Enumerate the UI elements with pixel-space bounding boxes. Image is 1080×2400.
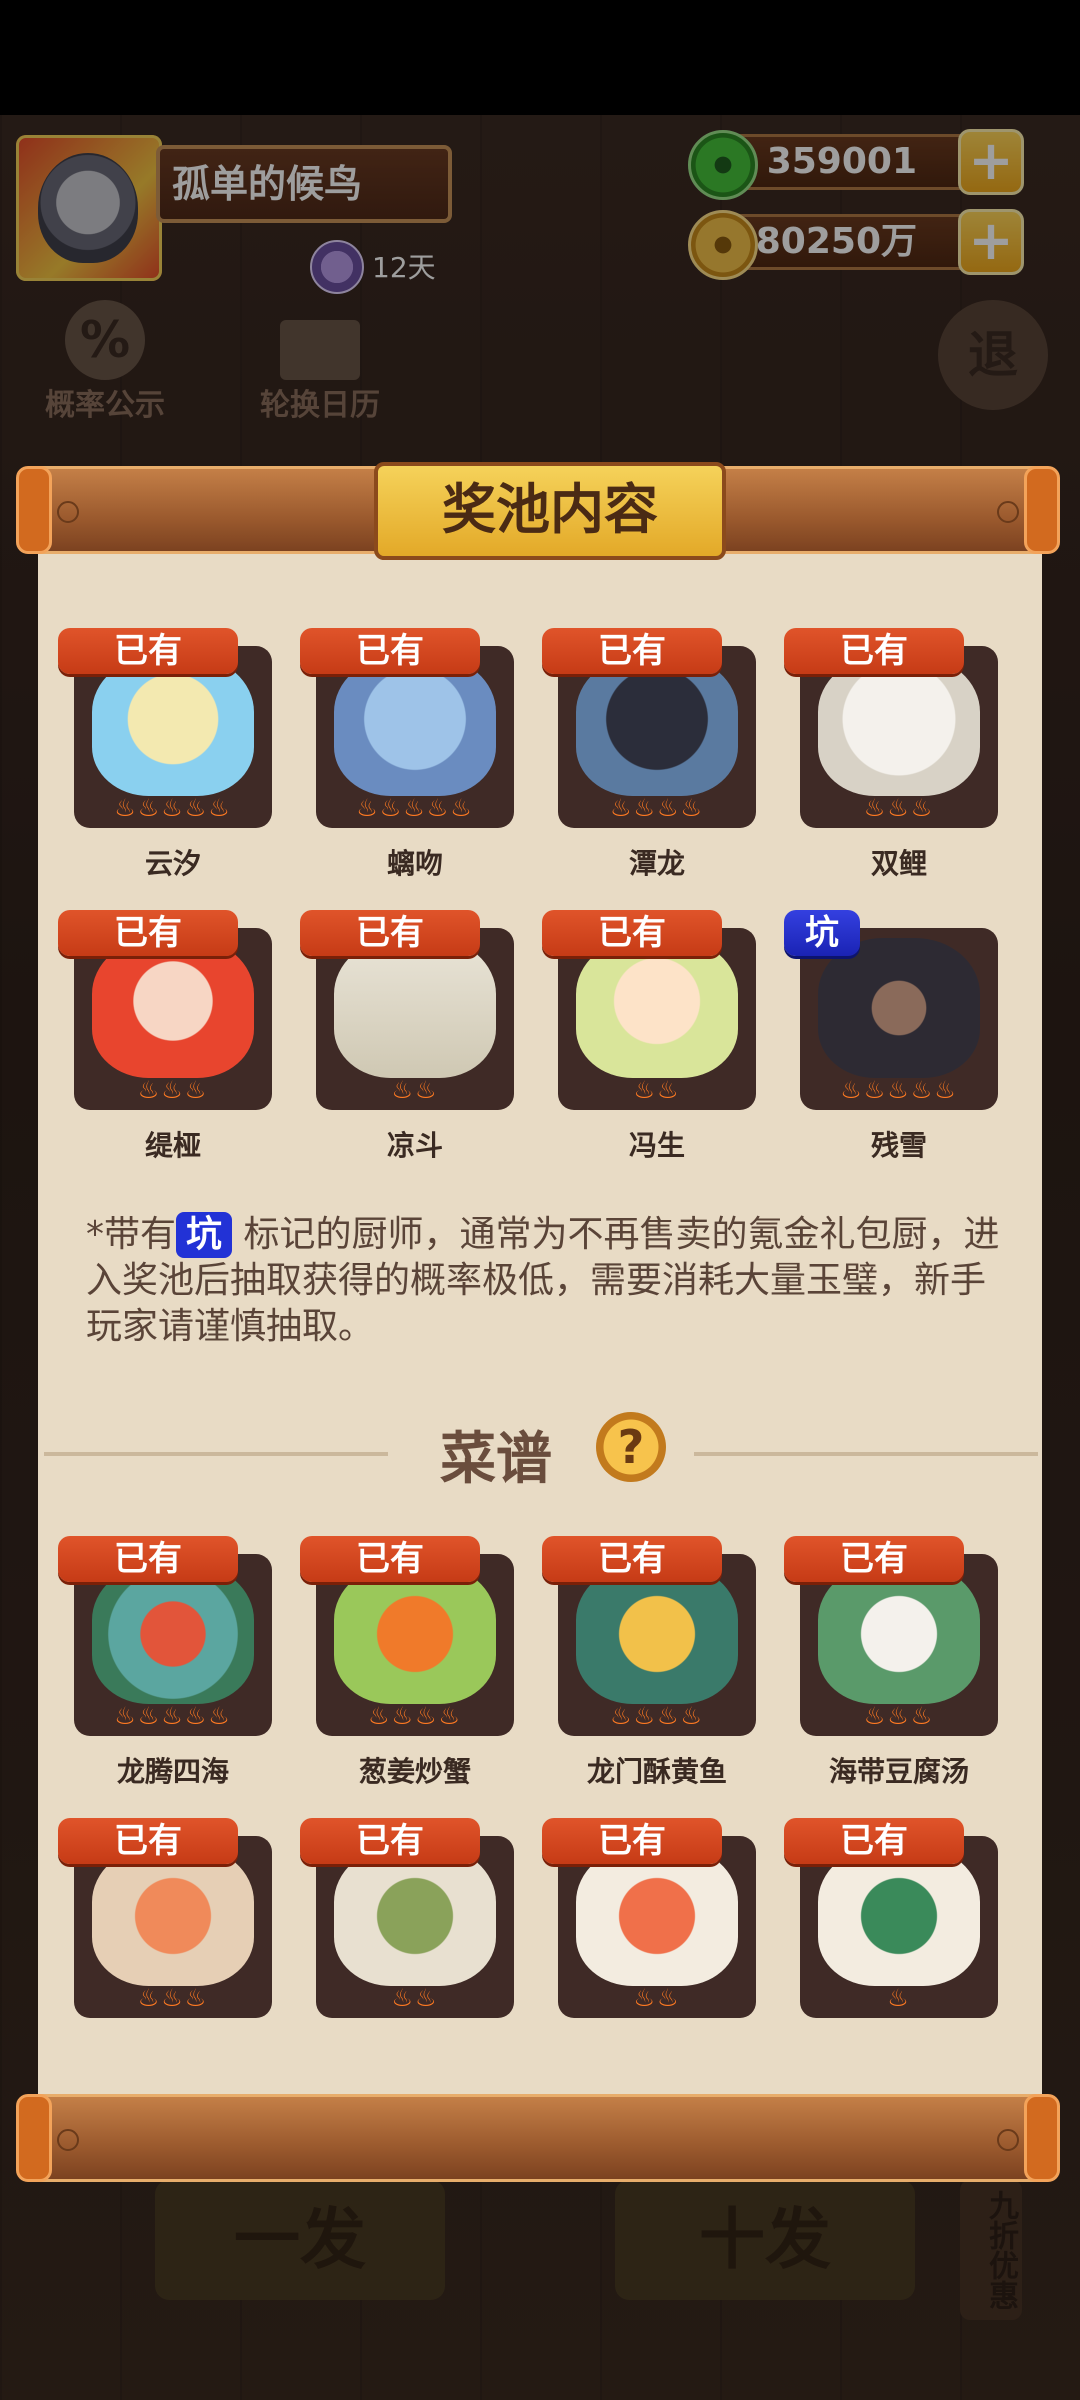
- dish-card[interactable]: ♨♨♨ 已有: [58, 1818, 272, 2018]
- rarity-flames-icon: ♨♨♨♨: [609, 1702, 705, 1730]
- dish-portrait: [92, 1846, 254, 1986]
- panel-title: 奖池内容: [374, 462, 726, 560]
- rarity-flames-icon: ♨♨♨♨♨: [356, 794, 474, 822]
- dish-portrait: [576, 1846, 738, 1986]
- chef-name: 双鲤: [870, 847, 927, 880]
- chef-portrait: [92, 656, 254, 796]
- chef-name: 云汐: [144, 847, 201, 880]
- dish-name: 龙腾四海: [116, 1755, 229, 1788]
- pit-badge: 坑: [176, 1212, 233, 1258]
- dish-name: 葱姜炒蟹: [358, 1755, 471, 1788]
- dish-portrait: [334, 1846, 496, 1986]
- dish-portrait: [334, 1564, 496, 1704]
- dish-card[interactable]: ♨♨♨♨♨ 已有: [58, 1536, 272, 1736]
- owned-badge: 已有: [542, 910, 722, 956]
- dish-card[interactable]: ♨♨♨♨ 已有: [300, 1536, 514, 1736]
- scroll-rod-bottom: [16, 2094, 1060, 2182]
- owned-badge: 已有: [784, 1818, 964, 1864]
- chef-card[interactable]: ♨♨♨♨♨ 已有: [300, 628, 514, 828]
- dish-card[interactable]: ♨♨ 已有: [542, 1818, 756, 2018]
- owned-badge: 已有: [300, 1818, 480, 1864]
- rarity-flames-icon: ♨♨♨: [137, 1984, 209, 2012]
- dish-card[interactable]: ♨♨♨ 已有: [784, 1536, 998, 1736]
- chef-card[interactable]: ♨♨ 已有: [542, 910, 756, 1110]
- rarity-flames-icon: ♨♨♨♨♨: [114, 1702, 232, 1730]
- dish-name: 龙门酥黄鱼: [586, 1755, 727, 1788]
- chef-card[interactable]: ♨♨♨♨ 已有: [542, 628, 756, 828]
- dish-card[interactable]: ♨♨♨♨ 已有: [542, 1536, 756, 1736]
- chef-portrait: [334, 938, 496, 1078]
- help-icon[interactable]: ?: [596, 1412, 666, 1482]
- dish-name: 海带豆腐汤: [828, 1755, 969, 1788]
- owned-badge: 已有: [58, 1818, 238, 1864]
- owned-badge: 已有: [542, 1818, 722, 1864]
- chef-name: 潭龙: [628, 847, 685, 880]
- owned-badge: 已有: [58, 910, 238, 956]
- rarity-flames-icon: ♨♨: [391, 1076, 439, 1104]
- rarity-flames-icon: ♨♨♨: [137, 1076, 209, 1104]
- chef-name: 凉斗: [386, 1129, 443, 1162]
- chef-name: 残雪: [870, 1129, 927, 1162]
- menu-title: 菜谱: [440, 1427, 552, 1492]
- rarity-flames-icon: ♨♨♨♨: [609, 794, 705, 822]
- dish-portrait: [576, 1564, 738, 1704]
- rarity-flames-icon: ♨: [887, 1984, 911, 2012]
- dish-card[interactable]: ♨ 已有: [784, 1818, 998, 2018]
- chef-portrait: [334, 656, 496, 796]
- chef-portrait: [818, 656, 980, 796]
- chef-portrait: [92, 938, 254, 1078]
- chef-name: 冯生: [628, 1129, 685, 1162]
- chef-card[interactable]: ♨♨♨♨♨ 已有: [58, 628, 272, 828]
- owned-badge: 已有: [58, 628, 238, 674]
- owned-badge: 已有: [784, 628, 964, 674]
- status-bar-area: [0, 0, 1080, 115]
- dish-portrait: [92, 1564, 254, 1704]
- pit-badge: 坑: [784, 910, 860, 956]
- rarity-flames-icon: ♨♨: [633, 1984, 681, 2012]
- rarity-flames-icon: ♨♨♨: [863, 794, 935, 822]
- chef-card[interactable]: ♨♨♨ 已有: [784, 628, 998, 828]
- chef-card[interactable]: ♨♨♨♨♨ 坑: [784, 910, 998, 1110]
- rarity-flames-icon: ♨♨: [633, 1076, 681, 1104]
- dish-card[interactable]: ♨♨ 已有: [300, 1818, 514, 2018]
- dish-portrait: [818, 1846, 980, 1986]
- chef-card[interactable]: ♨♨♨ 已有: [58, 910, 272, 1110]
- chef-portrait: [576, 938, 738, 1078]
- rarity-flames-icon: ♨♨♨♨: [367, 1702, 463, 1730]
- owned-badge: 已有: [300, 628, 480, 674]
- rarity-flames-icon: ♨♨♨♨♨: [840, 1076, 958, 1104]
- chef-portrait: [576, 656, 738, 796]
- owned-badge: 已有: [784, 1536, 964, 1582]
- pit-note: *带有坑 标记的厨师，通常为不再售卖的氪金礼包厨，进入奖池后抽取获得的概率极低，…: [86, 1212, 1000, 1347]
- rarity-flames-icon: ♨♨♨: [863, 1702, 935, 1730]
- chef-name: 缇桠: [144, 1129, 201, 1162]
- chef-name: 螭吻: [386, 847, 443, 880]
- owned-badge: 已有: [300, 1536, 480, 1582]
- rarity-flames-icon: ♨♨♨♨♨: [114, 794, 232, 822]
- rarity-flames-icon: ♨♨: [391, 1984, 439, 2012]
- owned-badge: 已有: [542, 1536, 722, 1582]
- dish-portrait: [818, 1564, 980, 1704]
- owned-badge: 已有: [300, 910, 480, 956]
- owned-badge: 已有: [542, 628, 722, 674]
- owned-badge: 已有: [58, 1536, 238, 1582]
- chef-card[interactable]: ♨♨ 已有: [300, 910, 514, 1110]
- chef-portrait: [818, 938, 980, 1078]
